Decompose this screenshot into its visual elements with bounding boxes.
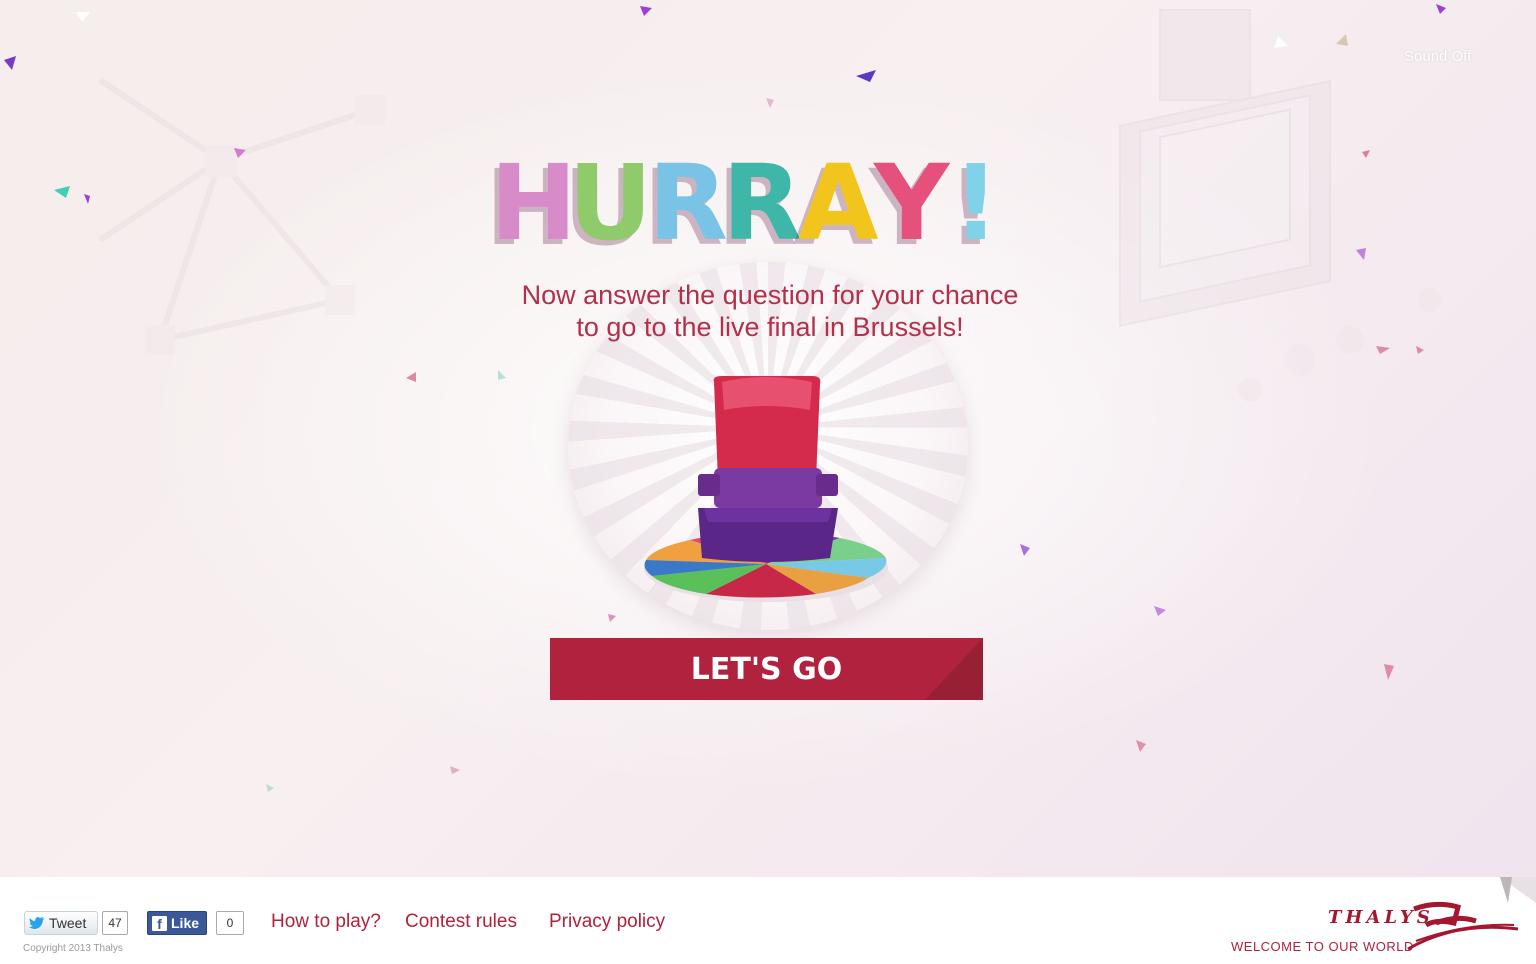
seat-illustration (644, 376, 888, 602)
subtitle-line-2: to go to the live final in Brussels! (576, 312, 964, 342)
hurray-letter: Y (874, 142, 950, 264)
hurray-letter: A (798, 142, 879, 264)
brand-tagline: WELCOME TO OUR WORLD (1231, 939, 1414, 954)
tweet-count: 47 (102, 911, 128, 935)
facebook-like-button[interactable]: f Like (147, 911, 207, 935)
background-stage: Sound Off H U R R A Y! Now answer the questio… (0, 0, 1536, 877)
like-count: 0 (216, 911, 244, 935)
privacy-policy-link[interactable]: Privacy policy (549, 911, 665, 933)
how-to-play-link[interactable]: How to play? (271, 911, 381, 933)
hurray-letter: U (568, 142, 653, 264)
lets-go-button[interactable]: LET'S GO (550, 638, 983, 700)
facebook-icon: f (152, 915, 167, 932)
lets-go-label: LET'S GO (690, 651, 843, 687)
hero-subtitle: Now answer the question for your chance … (468, 279, 1072, 343)
sound-toggle[interactable]: Sound Off (1404, 48, 1471, 65)
page-fold-icon (1500, 877, 1536, 903)
like-label: Like (171, 915, 200, 931)
subtitle-line-1: Now answer the question for your chance (521, 280, 1019, 310)
hurray-letter: H (490, 142, 578, 264)
footer: Tweet 47 f Like 0 Copyright 2013 Thalys … (0, 877, 1536, 964)
seat-shape (698, 376, 838, 562)
hurray-headline: H U R R A Y! (490, 148, 1050, 258)
twitter-bird-icon (29, 917, 45, 929)
thalys-brand[interactable]: THALYS WELCOME TO OUR WORLD (1228, 901, 1524, 957)
thalys-logo-icon (1407, 901, 1519, 951)
tweet-button[interactable]: Tweet (24, 911, 98, 935)
tweet-label: Tweet (49, 915, 87, 931)
hurray-letter: ! (952, 142, 1000, 264)
copyright: Copyright 2013 Thalys (23, 943, 123, 954)
cta-corner-accent (925, 638, 983, 700)
contest-rules-link[interactable]: Contest rules (405, 911, 517, 933)
hurray-letter: R (722, 142, 803, 264)
hurray-letter: R (648, 142, 729, 264)
